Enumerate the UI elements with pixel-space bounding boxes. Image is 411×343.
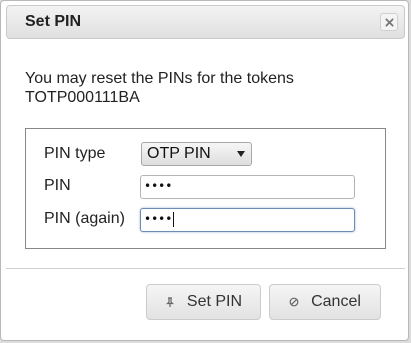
pin-again-input-value: •••• [144,212,173,226]
pin-type-value: OTP PIN [147,145,211,162]
reset-message: You may reset the PINs for the tokens TO… [25,70,294,106]
dialog-title: Set PIN [25,13,82,30]
cancel-button[interactable]: Cancel [269,284,381,320]
pin-type-label: PIN type [44,145,106,162]
dialog-titlebar[interactable]: Set PIN [6,5,405,39]
pin-again-label: PIN (again) [44,210,125,227]
pin-form-group: PIN type OTP PIN PIN •••• PIN (again) ••… [25,128,386,249]
cancel-icon [289,297,299,307]
set-pin-button[interactable]: Set PIN [146,284,261,320]
footer-divider [6,268,405,269]
close-icon [384,17,394,27]
close-button[interactable] [380,13,398,31]
set-pin-dialog: Set PIN You may reset the PINs for the t… [0,0,409,341]
pin-again-input[interactable]: •••• [140,208,355,232]
pin-input-value: •••• [144,179,173,193]
pin-icon [165,297,174,307]
set-pin-label: Set PIN [186,293,243,310]
text-caret [173,212,175,227]
pin-label: PIN [44,177,71,194]
dropdown-arrow-icon [237,151,245,157]
pin-input[interactable]: •••• [140,175,355,199]
cancel-label: Cancel [311,293,361,310]
pin-type-select[interactable]: OTP PIN [141,142,252,166]
